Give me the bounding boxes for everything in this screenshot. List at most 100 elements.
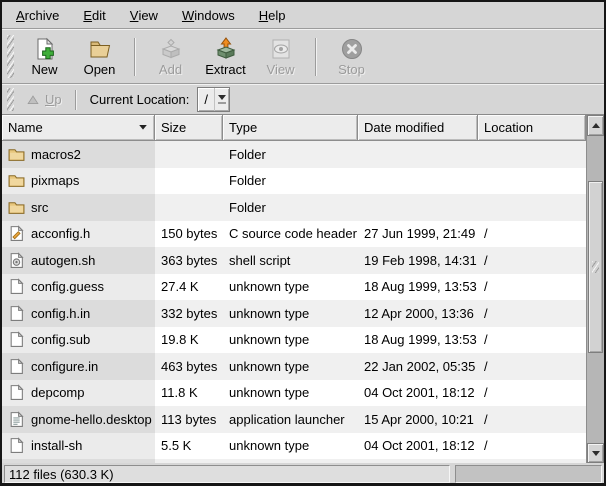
file-type-cell: unknown type — [223, 327, 358, 354]
file-date-cell — [358, 168, 478, 195]
file-location-cell: / — [478, 221, 586, 248]
scroll-down-button[interactable] — [587, 443, 604, 463]
file-name: config.guess — [31, 279, 104, 294]
toolbar-grip-handle[interactable] — [7, 35, 14, 78]
file-location-cell — [478, 168, 586, 195]
file-size-cell: 332 bytes — [155, 300, 223, 327]
file-type-cell: Folder — [223, 141, 358, 168]
menu-edit[interactable]: Edit — [71, 2, 117, 28]
menu-bar: ArchiveEditViewWindowsHelp — [2, 2, 604, 28]
file-row-config-guess[interactable]: config.guess 27.4 Kunknown type18 Aug 199… — [2, 274, 604, 301]
toolbar-button-label: New — [31, 62, 57, 77]
c-source-icon — [8, 225, 25, 242]
view-file-icon — [269, 37, 293, 61]
extract-button[interactable]: Extract — [199, 33, 252, 81]
view-button: View — [254, 33, 307, 81]
folder-icon — [8, 146, 25, 163]
scroll-up-button[interactable] — [587, 115, 604, 136]
column-header-location[interactable]: Location — [478, 115, 586, 141]
file-row-gnome-hello-desktop[interactable]: gnome-hello.desktop113 bytesapplication … — [2, 406, 604, 433]
file-location-cell: / — [478, 300, 586, 327]
file-size-cell — [155, 194, 223, 221]
file-name: acconfig.h — [31, 226, 90, 241]
text-file-icon — [8, 305, 25, 322]
menu-archive[interactable]: Archive — [4, 2, 71, 28]
up-button: Up — [18, 90, 70, 109]
location-combo[interactable]: / — [197, 87, 230, 112]
file-name-cell: config.h.in — [2, 300, 155, 327]
file-row-config-h-in[interactable]: config.h.in332 bytesunknown type12 Apr 2… — [2, 300, 604, 327]
column-header-date-modified[interactable]: Date modified — [358, 115, 478, 141]
toolbar-button-label: View — [267, 62, 295, 77]
file-row-configure-in[interactable]: configure.in463 bytesunknown type22 Jan … — [2, 353, 604, 380]
menu-windows[interactable]: Windows — [170, 2, 247, 28]
column-header-name[interactable]: Name — [2, 115, 155, 141]
toolbar: New Open AddExtract View Stop — [2, 30, 604, 83]
file-type-cell: C source code header — [223, 221, 358, 248]
location-bar: Up Current Location: / — [2, 85, 604, 114]
scroll-down-icon — [592, 451, 600, 456]
file-row-acconfig-h[interactable]: acconfig.h 150 bytesC source code header2… — [2, 221, 604, 248]
toolbar-button-label: Stop — [338, 62, 365, 77]
text-file-icon — [8, 358, 25, 375]
file-row[interactable] — [2, 459, 604, 463]
location-bar-grip-handle[interactable] — [7, 88, 14, 111]
column-header-label: Name — [8, 120, 43, 135]
file-location-cell: / — [478, 327, 586, 354]
file-date-cell: 18 Aug 1999, 13:53 — [358, 274, 478, 301]
file-location-cell: / — [478, 353, 586, 380]
file-type-cell: unknown type — [223, 274, 358, 301]
file-size-cell: 27.4 K — [155, 274, 223, 301]
file-row-autogen-sh[interactable]: autogen.sh363 bytesshell script19 Feb 19… — [2, 247, 604, 274]
text-file-icon — [8, 278, 25, 295]
file-name: gnome-hello.desktop — [31, 412, 152, 427]
up-arrow-icon — [26, 93, 40, 107]
shell-script-icon — [8, 252, 25, 269]
file-size-cell — [155, 459, 223, 463]
file-name: macros2 — [31, 147, 81, 162]
column-header-size[interactable]: Size — [155, 115, 223, 141]
file-row-depcomp[interactable]: depcomp11.8 Kunknown type04 Oct 2001, 18… — [2, 380, 604, 407]
file-row-config-sub[interactable]: config.sub19.8 Kunknown type18 Aug 1999,… — [2, 327, 604, 354]
column-header-type[interactable]: Type — [223, 115, 358, 141]
file-type-cell: unknown type — [223, 300, 358, 327]
file-name-cell: config.guess — [2, 274, 155, 301]
progress-area — [455, 465, 602, 483]
file-type-cell: Folder — [223, 194, 358, 221]
vertical-scrollbar[interactable] — [586, 115, 604, 463]
stop-button: Stop — [325, 33, 378, 81]
menu-view[interactable]: View — [118, 2, 170, 28]
file-name-cell: install-sh — [2, 433, 155, 460]
file-size-cell — [155, 168, 223, 195]
file-name: install-sh — [31, 438, 82, 453]
file-size-cell: 150 bytes — [155, 221, 223, 248]
file-location-cell: / — [478, 247, 586, 274]
file-size-cell: 19.8 K — [155, 327, 223, 354]
file-row-macros2[interactable]: macros2 Folder — [2, 141, 604, 168]
add-button: Add — [144, 33, 197, 81]
file-date-cell: 27 Jun 1999, 21:49 — [358, 221, 478, 248]
file-row-src[interactable]: src Folder — [2, 194, 604, 221]
file-name-cell: config.sub — [2, 327, 155, 354]
file-row-install-sh[interactable]: install-sh5.5 Kunknown type04 Oct 2001, … — [2, 433, 604, 460]
file-name: src — [31, 200, 48, 215]
file-size-cell: 113 bytes — [155, 406, 223, 433]
scrollbar-thumb[interactable] — [588, 181, 603, 353]
text-file-icon — [8, 437, 25, 454]
file-size-cell: 5.5 K — [155, 433, 223, 460]
file-type-cell: application launcher — [223, 406, 358, 433]
combo-dropdown-icon — [214, 88, 229, 111]
file-date-cell: 19 Feb 1998, 14:31 — [358, 247, 478, 274]
file-location-cell: / — [478, 274, 586, 301]
file-name-cell: pixmaps — [2, 168, 155, 195]
file-date-cell: 04 Oct 2001, 18:12 — [358, 380, 478, 407]
text-file-icon — [8, 384, 25, 401]
file-name: depcomp — [31, 385, 84, 400]
file-name-cell: autogen.sh — [2, 247, 155, 274]
new-button[interactable]: New — [18, 33, 71, 81]
location-bar-separator — [75, 90, 77, 110]
file-location-cell — [478, 459, 586, 463]
open-button[interactable]: Open — [73, 33, 126, 81]
menu-help[interactable]: Help — [247, 2, 298, 28]
file-row-pixmaps[interactable]: pixmapsFolder — [2, 168, 604, 195]
